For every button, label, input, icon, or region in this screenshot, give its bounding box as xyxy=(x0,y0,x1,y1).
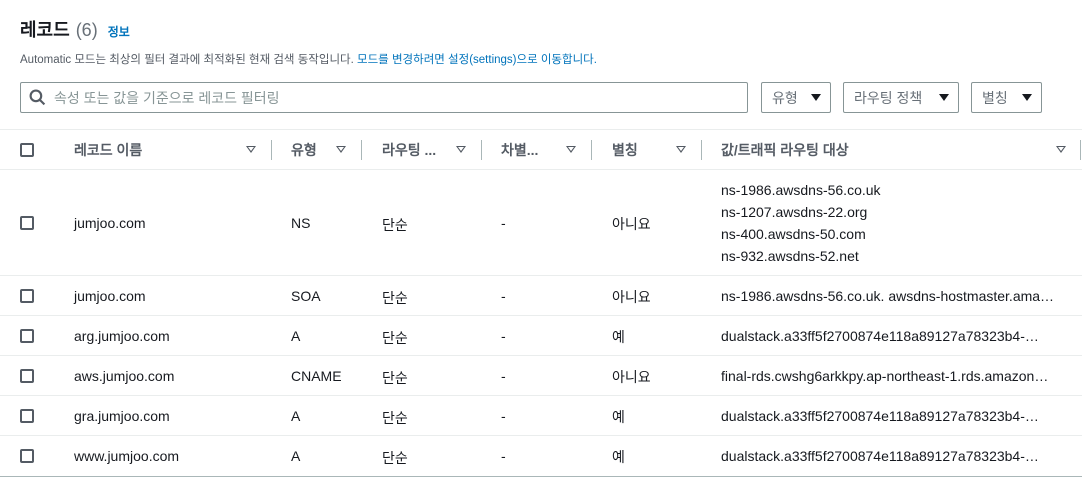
description-text: Automatic 모드는 최상의 필터 결과에 최적화된 현재 검색 동작입니… xyxy=(20,54,354,66)
column-differentiator-label: 차별... xyxy=(501,142,539,158)
column-divider[interactable] xyxy=(591,140,592,160)
column-type-label: 유형 xyxy=(291,142,317,158)
record-type: NS xyxy=(291,215,311,231)
record-value-line: ns-1986.awsdns-56.co.uk xyxy=(721,182,881,198)
row-checkbox[interactable] xyxy=(20,329,34,343)
table-header: 레코드 이름 유형 라우팅 ... 차별... 별칭 값/트래픽 라우팅 대상 xyxy=(0,130,1082,170)
records-header: 레코드 (6) 정보 xyxy=(20,16,130,42)
differentiator: - xyxy=(501,368,506,384)
routing-policy: 단순 xyxy=(382,370,408,386)
record-name[interactable]: gra.jumjoo.com xyxy=(74,408,170,424)
alias-value: 아니요 xyxy=(612,289,651,305)
record-type: A xyxy=(291,448,301,464)
column-header-routing[interactable]: 라우팅 ... xyxy=(382,130,472,170)
select-all-checkbox[interactable] xyxy=(20,143,34,157)
search-input[interactable] xyxy=(54,89,734,106)
filter-search-box[interactable] xyxy=(20,82,748,113)
type-filter-label: 유형 xyxy=(772,89,798,106)
column-divider[interactable] xyxy=(701,140,702,160)
record-value-line: ns-400.awsdns-50.com xyxy=(721,226,866,242)
settings-link[interactable]: 모드를 변경하려면 설정(settings)으로 이동합니다. xyxy=(357,54,597,66)
column-value-label: 값/트래픽 라우팅 대상 xyxy=(721,142,849,158)
differentiator: - xyxy=(501,288,506,304)
routing-policy: 단순 xyxy=(382,450,408,466)
routing-policy: 단순 xyxy=(382,330,408,346)
sort-caret-icon[interactable] xyxy=(456,146,466,153)
record-value-line: ns-932.awsdns-52.net xyxy=(721,248,859,264)
row-checkbox[interactable] xyxy=(20,409,34,423)
page-title: 레코드 xyxy=(20,20,70,40)
table-row[interactable]: arg.jumjoo.com A 단순 - 예 dualstack.a33ff5… xyxy=(0,316,1082,356)
column-alias-label: 별칭 xyxy=(612,142,638,158)
column-divider[interactable] xyxy=(271,140,272,160)
caret-down-icon xyxy=(1022,94,1032,101)
record-type: SOA xyxy=(291,288,321,304)
column-header-differentiator[interactable]: 차별... xyxy=(501,130,581,170)
column-header-name[interactable]: 레코드 이름 xyxy=(74,130,264,170)
alias-value: 아니요 xyxy=(612,216,651,232)
row-checkbox[interactable] xyxy=(20,216,34,230)
record-value-line: dualstack.a33ff5f2700874e118a89127a78323… xyxy=(721,408,1039,424)
alias-filter-dropdown[interactable]: 별칭 xyxy=(971,82,1042,113)
type-filter-dropdown[interactable]: 유형 xyxy=(761,82,831,113)
routing-policy: 단순 xyxy=(382,290,408,306)
record-value-line: dualstack.a33ff5f2700874e118a89127a78323… xyxy=(721,328,1039,344)
record-name[interactable]: jumjoo.com xyxy=(74,215,146,231)
search-mode-description: Automatic 모드는 최상의 필터 결과에 최적화된 현재 검색 동작입니… xyxy=(20,51,597,67)
differentiator: - xyxy=(501,215,506,231)
column-divider[interactable] xyxy=(1080,140,1081,160)
record-value-line: ns-1986.awsdns-56.co.uk. awsdns-hostmast… xyxy=(721,288,1055,304)
row-checkbox[interactable] xyxy=(20,289,34,303)
caret-down-icon xyxy=(811,94,821,101)
sort-caret-icon[interactable] xyxy=(566,146,576,153)
routing-policy-filter-label: 라우팅 정책 xyxy=(854,89,923,106)
record-count: (6) xyxy=(75,20,98,40)
alias-value: 예 xyxy=(612,409,625,425)
sort-caret-icon[interactable] xyxy=(246,146,256,153)
alias-value: 예 xyxy=(612,329,625,345)
column-routing-label: 라우팅 ... xyxy=(382,142,437,158)
table-row[interactable]: jumjoo.com NS 단순 - 아니요 ns-1986.awsdns-56… xyxy=(0,171,1082,276)
record-name[interactable]: www.jumjoo.com xyxy=(74,448,179,464)
alias-value: 예 xyxy=(612,449,625,465)
alias-value: 아니요 xyxy=(612,369,651,385)
record-name[interactable]: arg.jumjoo.com xyxy=(74,328,170,344)
record-value-line: ns-1207.awsdns-22.org xyxy=(721,204,868,220)
record-type: A xyxy=(291,328,301,344)
record-type: A xyxy=(291,408,301,424)
routing-policy-filter-dropdown[interactable]: 라우팅 정책 xyxy=(843,82,959,113)
record-values: ns-1986.awsdns-56.co.uk ns-1207.awsdns-2… xyxy=(721,179,881,267)
record-value-line: final-rds.cwshg6arkkpy.ap-northeast-1.rd… xyxy=(721,368,1049,384)
info-link[interactable]: 정보 xyxy=(108,23,130,40)
row-checkbox[interactable] xyxy=(20,369,34,383)
table-row[interactable]: aws.jumjoo.com CNAME 단순 - 아니요 final-rds.… xyxy=(0,356,1082,396)
alias-filter-label: 별칭 xyxy=(982,89,1008,106)
table-row[interactable]: gra.jumjoo.com A 단순 - 예 dualstack.a33ff5… xyxy=(0,396,1082,436)
row-checkbox[interactable] xyxy=(20,449,34,463)
routing-policy: 단순 xyxy=(382,410,408,426)
column-header-alias[interactable]: 별칭 xyxy=(612,130,702,170)
search-icon xyxy=(29,89,46,106)
differentiator: - xyxy=(501,328,506,344)
caret-down-icon xyxy=(939,94,949,101)
record-value-line: dualstack.a33ff5f2700874e118a89127a78323… xyxy=(721,448,1039,464)
record-name[interactable]: jumjoo.com xyxy=(74,288,146,304)
table-row[interactable]: www.jumjoo.com A 단순 - 예 dualstack.a33ff5… xyxy=(0,436,1082,476)
routing-policy: 단순 xyxy=(382,217,408,233)
sort-caret-icon[interactable] xyxy=(336,146,346,153)
record-name[interactable]: aws.jumjoo.com xyxy=(74,368,174,384)
sort-caret-icon[interactable] xyxy=(676,146,686,153)
column-name-label: 레코드 이름 xyxy=(74,142,143,158)
record-type: CNAME xyxy=(291,368,342,384)
column-header-value[interactable]: 값/트래픽 라우팅 대상 xyxy=(721,130,1071,170)
column-divider[interactable] xyxy=(361,140,362,160)
sort-caret-icon[interactable] xyxy=(1056,146,1066,153)
differentiator: - xyxy=(501,408,506,424)
table-row[interactable]: jumjoo.com SOA 단순 - 아니요 ns-1986.awsdns-5… xyxy=(0,276,1082,316)
differentiator: - xyxy=(501,448,506,464)
column-header-type[interactable]: 유형 xyxy=(291,130,351,170)
column-divider[interactable] xyxy=(481,140,482,160)
